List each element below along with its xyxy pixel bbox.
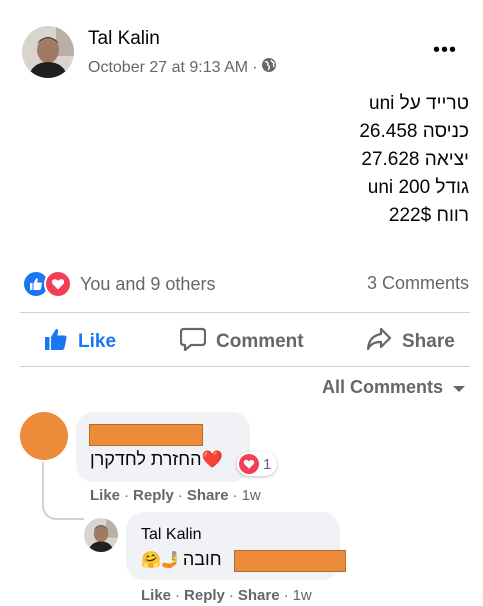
like-button[interactable]: Like bbox=[44, 326, 116, 358]
post-line: טרייד על uni bbox=[369, 93, 469, 114]
reply-reply-link[interactable]: Reply bbox=[184, 587, 225, 604]
reaction-number: 1 bbox=[263, 455, 272, 473]
divider bbox=[20, 312, 470, 313]
love-reaction-icon bbox=[239, 454, 259, 474]
redacted-mention bbox=[234, 550, 346, 572]
comment-actions: Like · Reply · Share · 1w bbox=[90, 487, 261, 504]
divider bbox=[20, 366, 470, 367]
reply-actions: Like · Reply · Share · 1w bbox=[141, 587, 312, 604]
comments-count[interactable]: 3 Comments bbox=[367, 273, 469, 294]
reply-text: 🤗🤳 חובה bbox=[141, 549, 222, 570]
love-reaction-icon bbox=[44, 270, 72, 298]
reply-body: חובה bbox=[182, 549, 222, 569]
reply-thread-line bbox=[42, 462, 84, 520]
post-meta: October 27 at 9:13 AM · bbox=[88, 57, 277, 78]
post-line: רווח 222$ bbox=[388, 205, 469, 226]
comment-age[interactable]: 1w bbox=[242, 487, 261, 504]
commenter-avatar[interactable] bbox=[20, 412, 68, 460]
comment-like-link[interactable]: Like bbox=[90, 487, 120, 504]
comment-icon bbox=[179, 327, 207, 357]
thumbs-up-icon bbox=[44, 327, 68, 357]
reply-emoji: 🤗🤳 bbox=[141, 551, 181, 569]
comment-share-link[interactable]: Share bbox=[187, 487, 229, 504]
post-author-name[interactable]: Tal Kalin bbox=[88, 28, 160, 50]
caret-down-icon bbox=[453, 385, 465, 392]
post-line: גודל 200 uni bbox=[367, 177, 469, 198]
more-options-button[interactable]: ••• bbox=[430, 36, 460, 64]
author-avatar[interactable] bbox=[22, 26, 74, 78]
reply-author-avatar[interactable] bbox=[84, 518, 118, 552]
share-button-label: Share bbox=[402, 331, 455, 352]
comment-bubble bbox=[76, 412, 250, 482]
share-icon bbox=[366, 327, 392, 357]
filter-label: All Comments bbox=[321, 377, 443, 397]
comment-button[interactable]: Comment bbox=[179, 326, 304, 358]
comment-button-label: Comment bbox=[216, 331, 304, 352]
comment-body: החזרת לחדקרן bbox=[90, 449, 202, 469]
share-button[interactable]: Share bbox=[366, 326, 455, 358]
globe-icon bbox=[261, 57, 277, 78]
post-line: יציאה 27.628 bbox=[361, 149, 469, 170]
post-body: טרייד על uni כניסה 26.458 יציאה 27.628 ג… bbox=[169, 90, 469, 230]
reply-age[interactable]: 1w bbox=[293, 587, 312, 604]
like-button-label: Like bbox=[78, 331, 117, 352]
reaction-count-text: You and 9 others bbox=[80, 273, 216, 294]
post-line: כניסה 26.458 bbox=[359, 121, 469, 142]
reply-share-link[interactable]: Share bbox=[238, 587, 280, 604]
comment-reply-link[interactable]: Reply bbox=[133, 487, 174, 504]
comments-filter-dropdown[interactable]: All Comments bbox=[322, 377, 465, 398]
heart-emoji: ❤️ bbox=[201, 449, 223, 469]
reply-author-name[interactable]: Tal Kalin bbox=[141, 526, 201, 544]
comment-reaction-count[interactable]: 1 bbox=[237, 452, 278, 476]
comment-text: החזרת לחדקרן ❤️ bbox=[90, 449, 223, 470]
post-timestamp[interactable]: October 27 at 9:13 AM bbox=[88, 59, 248, 77]
reply-like-link[interactable]: Like bbox=[141, 587, 171, 604]
reactions-summary[interactable]: You and 9 others bbox=[22, 270, 215, 298]
meta-separator: · bbox=[252, 58, 258, 76]
redacted-commenter-name bbox=[89, 424, 203, 446]
